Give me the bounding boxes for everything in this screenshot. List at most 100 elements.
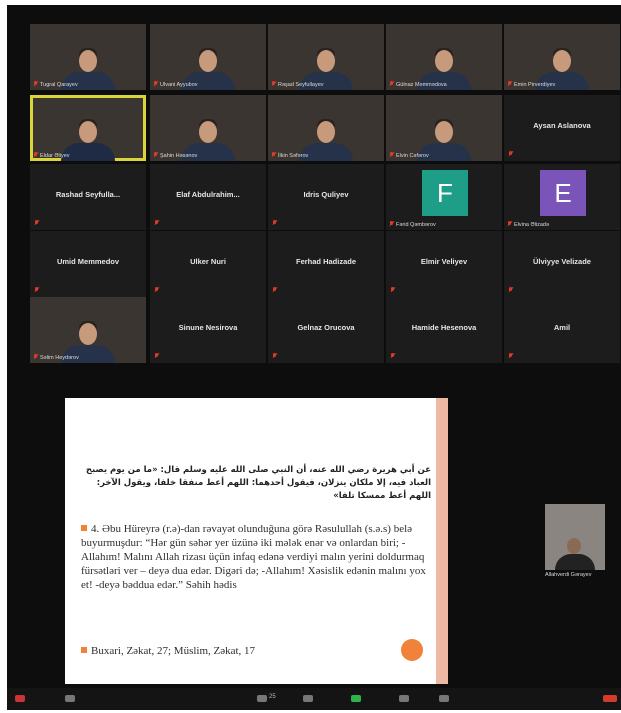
participant-name: Umid Memmedov xyxy=(56,257,120,266)
participant-name: Sinune Nesirova xyxy=(178,323,238,332)
share-screen-icon[interactable] xyxy=(351,695,361,702)
participant-name-label: Səlim Heydərov xyxy=(33,354,79,361)
participant-name: Elmir Veliyev xyxy=(420,257,468,266)
muted-mic-icon xyxy=(272,287,277,293)
slide-edge xyxy=(436,398,448,684)
arabic-hadith-text: عن أبي هريرة رضي الله عنه، أن النبي صلى … xyxy=(85,465,431,501)
participant-name: Gelnaz Orucova xyxy=(297,323,355,332)
muted-mic-icon xyxy=(390,287,395,293)
participant-tile[interactable]: Idris Quliyev xyxy=(268,164,384,230)
side-video-tile[interactable]: Allahverdi Gərayev xyxy=(545,504,605,582)
participant-name: Hamide Hesenova xyxy=(411,323,477,332)
participant-tile[interactable]: Eldar Əliyev xyxy=(30,95,146,161)
participant-tile[interactable]: Şahin Həsənov xyxy=(150,95,266,161)
participant-tile[interactable]: Səlim Heydərov xyxy=(30,297,146,363)
participant-tile[interactable]: Amil xyxy=(504,297,620,363)
muted-mic-icon xyxy=(154,353,159,359)
video-icon[interactable] xyxy=(65,695,75,702)
participant-figure xyxy=(555,534,595,570)
participant-tile[interactable]: Gülnaz Məmmədova xyxy=(386,24,502,90)
slide-item-hadith: 4. Əbu Hüreyrə (r.ə)-dan rəvayət olunduğ… xyxy=(81,522,431,592)
slide-item-text: 4. Əbu Hüreyrə (r.ə)-dan rəvayət olunduğ… xyxy=(81,523,426,591)
participant-name: Ulvani Ayyubov xyxy=(160,82,198,88)
muted-mic-icon xyxy=(272,353,277,359)
participant-tile[interactable]: F Fərid Qəmbərov xyxy=(386,164,502,230)
participant-name: Şahin Həsənov xyxy=(160,153,198,159)
participant-name-label: Elvin Cəfərov xyxy=(389,152,429,159)
participant-name-label: Fərid Qəmbərov xyxy=(389,221,436,228)
muted-mic-icon xyxy=(271,81,276,87)
participant-tile[interactable]: Emin Pirverdiyev xyxy=(504,24,620,90)
muted-mic-icon xyxy=(154,287,159,293)
participant-head xyxy=(79,121,97,143)
avatar: F xyxy=(422,170,468,216)
participant-tile[interactable]: Ferhad Hadizade xyxy=(268,231,384,297)
participant-name: Elaf Abdulrahim... xyxy=(176,190,240,199)
participant-head xyxy=(317,50,335,72)
participant-head xyxy=(79,323,97,345)
muted-mic-icon xyxy=(153,152,158,158)
shared-screen: عن أبي هريرة رضي الله عنه، أن النبي صلى … xyxy=(65,398,448,684)
participant-head xyxy=(435,121,453,143)
participant-name: Rashad Seyfulla... xyxy=(55,190,121,199)
participant-name: Fərid Qəmbərov xyxy=(396,222,436,228)
participant-tile[interactable]: İlkin Səfərov xyxy=(268,95,384,161)
muted-mic-icon xyxy=(389,152,394,158)
side-participant-name: Allahverdi Gərayev xyxy=(545,572,592,578)
participant-name-label: Emin Pirverdiyev xyxy=(507,81,555,88)
participant-head xyxy=(199,121,217,143)
muted-mic-icon xyxy=(33,152,38,158)
chat-icon[interactable] xyxy=(303,695,313,702)
participant-tile[interactable]: Umid Memmedov xyxy=(30,231,146,297)
bullet-icon xyxy=(81,525,87,531)
participant-tile[interactable]: Rashad Seyfulla... xyxy=(30,164,146,230)
participant-name-label: Elvina Əlizadə xyxy=(507,221,549,228)
participant-name: Gülnaz Məmmədova xyxy=(396,82,447,88)
participant-head xyxy=(553,50,571,72)
muted-mic-icon xyxy=(508,151,513,157)
mute-icon[interactable] xyxy=(15,695,25,702)
participant-head xyxy=(567,538,581,554)
participant-tile[interactable]: Elaf Abdulrahim... xyxy=(150,164,266,230)
participant-tile[interactable]: Rəşad Seyfullayev xyxy=(268,24,384,90)
participant-tile[interactable]: Ülviyye Velizade xyxy=(504,231,620,297)
end-meeting-button[interactable] xyxy=(603,695,617,702)
participant-tile[interactable]: Hamide Hesenova xyxy=(386,297,502,363)
participant-tile[interactable]: Ulvani Ayyubov xyxy=(150,24,266,90)
participant-name-label: Rəşad Seyfullayev xyxy=(271,81,324,88)
participant-tile[interactable]: Aysan Aslanova xyxy=(504,95,620,161)
muted-mic-icon xyxy=(507,81,512,87)
participant-name: Emin Pirverdiyev xyxy=(514,82,556,88)
participant-tile[interactable]: Sinune Nesirova xyxy=(150,297,266,363)
muted-mic-icon xyxy=(507,221,512,227)
muted-mic-icon xyxy=(154,220,159,226)
participant-name: Ferhad Hadizade xyxy=(295,257,356,266)
bullet-icon xyxy=(81,647,87,653)
muted-mic-icon xyxy=(33,354,38,360)
participant-name-label: İlkin Səfərov xyxy=(271,152,308,159)
participant-name: Ülviyye Velizade xyxy=(533,257,591,266)
participant-tile[interactable]: Elmir Veliyev xyxy=(386,231,502,297)
participant-name: Aysan Aslanova xyxy=(533,121,591,130)
side-video-feed xyxy=(545,504,605,570)
participant-head xyxy=(199,50,217,72)
participant-tile[interactable]: Gelnaz Orucova xyxy=(268,297,384,363)
record-icon[interactable] xyxy=(399,695,409,702)
participant-head xyxy=(317,121,335,143)
muted-mic-icon xyxy=(508,287,513,293)
participant-tile[interactable]: Elvin Cəfərov xyxy=(386,95,502,161)
participant-name-label: Gülnaz Məmmədova xyxy=(389,81,447,88)
reactions-icon[interactable] xyxy=(439,695,449,702)
meeting-toolbar: 25 xyxy=(7,688,621,710)
participant-tile[interactable]: Ulker Nuri xyxy=(150,231,266,297)
avatar: E xyxy=(540,170,586,216)
participant-tile[interactable]: Tugral Qarayev xyxy=(30,24,146,90)
muted-mic-icon xyxy=(390,353,395,359)
participant-name: Elvin Cəfərov xyxy=(396,153,429,159)
muted-mic-icon xyxy=(508,353,513,359)
muted-mic-icon xyxy=(389,81,394,87)
participants-icon[interactable] xyxy=(257,695,267,702)
participant-name: Eldar Əliyev xyxy=(40,153,70,159)
participant-name: Ulker Nuri xyxy=(190,257,226,266)
participant-tile[interactable]: E Elvina Əlizadə xyxy=(504,164,620,230)
